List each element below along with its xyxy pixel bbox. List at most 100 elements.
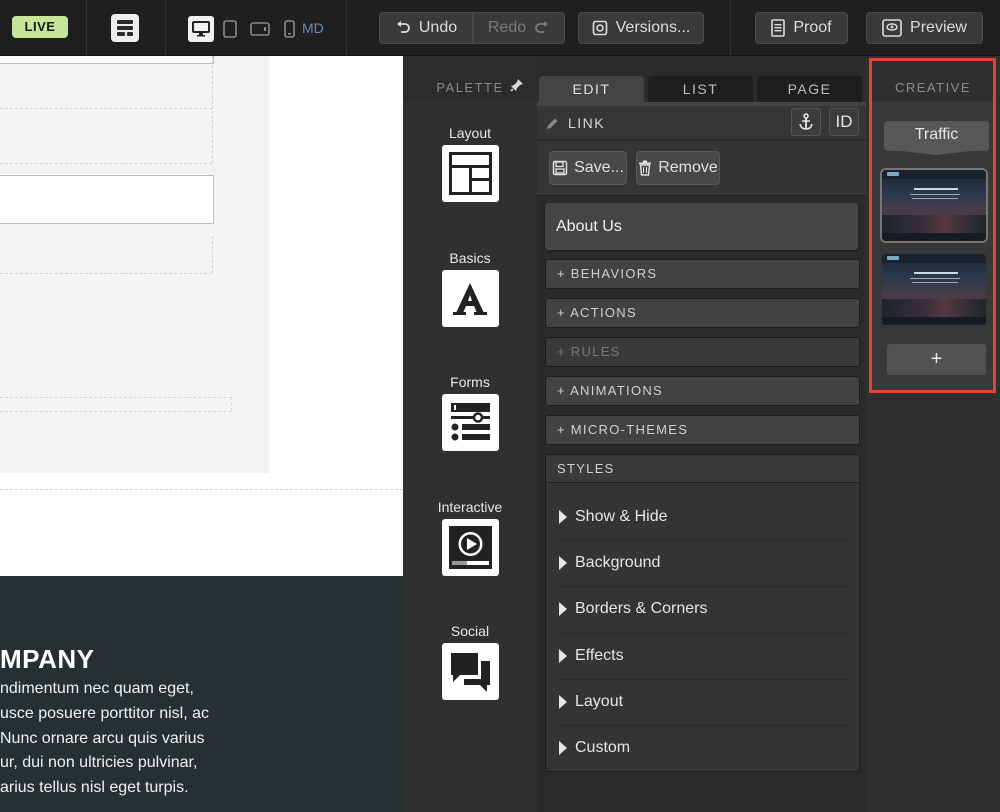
style-item-borders-corners[interactable]: Borders & Corners xyxy=(546,586,859,632)
dashed-guide xyxy=(0,108,212,109)
preview-eye-icon xyxy=(882,19,902,37)
tab-page[interactable]: PAGE xyxy=(757,76,862,102)
styles-header[interactable]: STYLES xyxy=(546,455,859,483)
live-badge[interactable]: LIVE xyxy=(12,16,68,38)
anchor-button[interactable] xyxy=(791,108,821,136)
dashed-guide xyxy=(0,489,403,490)
text-input-field[interactable] xyxy=(0,175,214,224)
page-canvas[interactable]: MPANY ndimentum nec quam eget, usce posu… xyxy=(0,56,403,812)
tab-edit[interactable]: EDIT xyxy=(539,76,644,102)
tab-list[interactable]: LIST xyxy=(648,76,753,102)
layout-list-icon xyxy=(117,20,133,36)
undo-button[interactable]: Undo xyxy=(379,12,473,44)
link-text-field[interactable]: About Us xyxy=(545,203,858,250)
redo-icon xyxy=(535,21,549,33)
pin-icon[interactable] xyxy=(510,78,524,92)
form-icon xyxy=(441,394,499,451)
palette-item-label: Social xyxy=(450,623,490,639)
versions-button[interactable]: Versions... xyxy=(578,12,704,44)
micro-themes-section[interactable]: + MICRO-THEMES xyxy=(545,415,860,445)
toolbar-divider xyxy=(730,0,731,56)
desktop-icon xyxy=(192,21,210,37)
paragraph-line[interactable]: arius tellus nisl eget turpis. xyxy=(0,779,189,797)
actions-section[interactable]: + ACTIONS xyxy=(545,298,860,328)
palette-item-social[interactable]: Social xyxy=(403,623,537,700)
expand-triangle-icon xyxy=(559,602,567,616)
chat-icon xyxy=(441,643,499,700)
action-row: Save... Remove xyxy=(537,141,866,196)
app-root: LIVE MD Undo Redo Versions... Proof Prev… xyxy=(0,0,1000,812)
play-icon xyxy=(441,519,499,576)
dashed-guide xyxy=(0,397,231,398)
paragraph-line[interactable]: ur, dui non ultricies pulvinar, xyxy=(0,754,197,772)
document-icon xyxy=(771,19,786,37)
desktop-device-button[interactable] xyxy=(188,16,214,42)
save-button[interactable]: Save... xyxy=(549,151,627,185)
proof-label: Proof xyxy=(793,19,832,36)
remove-button[interactable]: Remove xyxy=(636,151,720,185)
preview-label: Preview xyxy=(910,19,967,36)
expand-triangle-icon xyxy=(559,741,567,755)
breakpoint-label[interactable]: MD xyxy=(302,20,324,36)
pencil-icon xyxy=(547,118,558,129)
palette-panel: PALETTE Layout Basics Forms Interactive … xyxy=(403,56,537,812)
phone-device-button[interactable] xyxy=(281,16,297,42)
palette-item-label: Interactive xyxy=(437,499,503,515)
expand-triangle-icon xyxy=(559,649,567,663)
expand-triangle-icon xyxy=(559,695,567,709)
palette-item-layout[interactable]: Layout xyxy=(403,125,537,202)
creative-highlight-box xyxy=(869,58,996,393)
element-type-row: LINK ID xyxy=(537,106,866,140)
tablet-device-button[interactable] xyxy=(220,16,240,42)
palette-item-basics[interactable]: Basics xyxy=(403,250,537,327)
dashed-guide xyxy=(0,411,231,412)
redo-label: Redo xyxy=(487,19,527,36)
layout-toggle-button[interactable] xyxy=(111,14,139,42)
paragraph-line[interactable]: usce posuere porttitor nisl, ac xyxy=(0,705,209,723)
style-item-label: Layout xyxy=(575,693,624,710)
style-item-label: Borders & Corners xyxy=(575,600,708,617)
animations-section[interactable]: + ANIMATIONS xyxy=(545,376,860,406)
expand-triangle-icon xyxy=(559,556,567,570)
paragraph-line[interactable]: Nunc ornare arcu quis varius xyxy=(0,730,205,748)
toolbar-divider xyxy=(165,0,166,56)
versions-label: Versions... xyxy=(615,19,691,36)
company-heading[interactable]: MPANY xyxy=(0,644,94,675)
rules-section[interactable]: + RULES xyxy=(545,337,860,367)
redo-button[interactable]: Redo xyxy=(473,12,565,44)
palette-item-label: Layout xyxy=(448,125,492,141)
palette-item-label: Forms xyxy=(450,374,490,390)
styles-section: STYLES Show & Hide Background Borders & … xyxy=(545,454,860,772)
trash-icon xyxy=(639,160,652,176)
proof-button[interactable]: Proof xyxy=(755,12,848,44)
style-item-layout[interactable]: Layout xyxy=(546,679,859,725)
save-label: Save... xyxy=(574,159,624,176)
id-button[interactable]: ID xyxy=(829,108,859,136)
style-item-custom[interactable]: Custom xyxy=(546,725,859,771)
style-item-show-hide[interactable]: Show & Hide xyxy=(546,494,859,540)
element-type-label: LINK xyxy=(568,115,606,131)
text-a-icon xyxy=(441,270,499,327)
phone-icon xyxy=(283,20,295,38)
dashed-guide xyxy=(0,163,212,164)
paragraph-line[interactable]: ndimentum nec quam eget, xyxy=(0,680,194,698)
style-item-label: Custom xyxy=(575,739,631,756)
style-item-background[interactable]: Background xyxy=(546,540,859,586)
style-item-effects[interactable]: Effects xyxy=(546,633,859,679)
style-item-label: Effects xyxy=(575,647,624,664)
palette-body: Layout Basics Forms Interactive Social xyxy=(403,101,537,812)
palette-item-interactive[interactable]: Interactive xyxy=(403,499,537,576)
dashed-guide xyxy=(231,397,232,411)
palette-item-label: Basics xyxy=(449,250,491,266)
tablet-landscape-device-button[interactable] xyxy=(248,16,272,42)
versions-icon xyxy=(592,20,607,36)
dashed-guide xyxy=(0,273,212,274)
palette-item-forms[interactable]: Forms xyxy=(403,374,537,451)
behaviors-section[interactable]: + BEHAVIORS xyxy=(545,259,860,289)
tablet-icon xyxy=(223,20,237,38)
style-item-label: Show & Hide xyxy=(575,508,668,525)
preview-button[interactable]: Preview xyxy=(866,12,983,44)
save-disk-icon xyxy=(552,160,568,176)
text-input-field[interactable] xyxy=(0,56,214,64)
remove-label: Remove xyxy=(658,159,718,176)
